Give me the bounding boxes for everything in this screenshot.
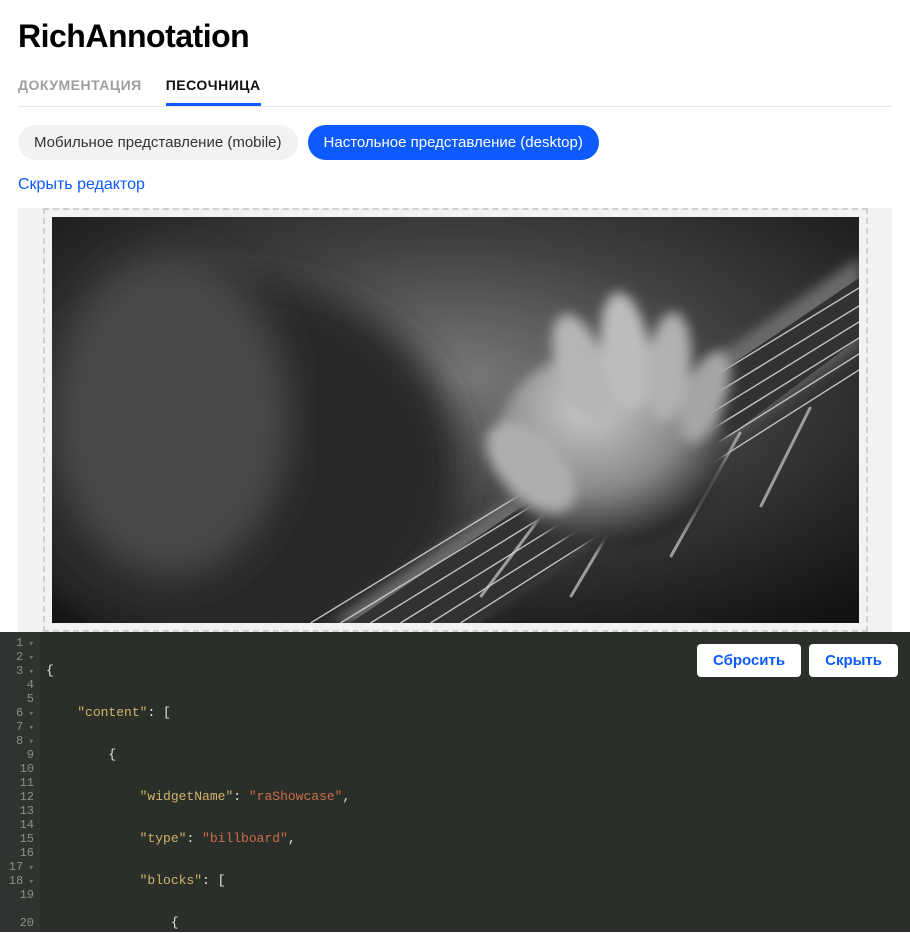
chip-mobile[interactable]: Мобильное представление (mobile) [18,125,298,160]
preview-dashed-frame [43,208,868,632]
tab-sandbox[interactable]: ПЕСОЧНИЦА [166,77,261,106]
gutter-line: 18 [0,874,34,888]
tabs: ДОКУМЕНТАЦИЯ ПЕСОЧНИЦА [18,77,892,107]
code-line: { [46,663,54,678]
gutter-line: 3 [0,664,34,678]
tab-documentation[interactable]: ДОКУМЕНТАЦИЯ [18,77,142,106]
gutter-line: 13 [0,804,34,818]
gutter-line: 12 [0,790,34,804]
gutter-line: 7 [0,720,34,734]
gutter-line: 19 [0,888,34,902]
gutter-line: 9 [0,748,34,762]
gutter-line: 1 [0,636,34,650]
gutter-line: 14 [0,818,34,832]
chip-desktop[interactable]: Настольное представление (desktop) [308,125,599,160]
gutter-line: 16 [0,846,34,860]
gutter-line: 4 [0,678,34,692]
preview-area [18,208,892,632]
page-title: RichAnnotation [18,18,892,55]
toggle-editor-link[interactable]: Скрыть редактор [18,176,145,194]
gutter-line: 2 [0,650,34,664]
editor-code[interactable]: { "content": [ { "widgetName": "raShowca… [40,632,910,932]
gutter-line: 20 [0,916,34,930]
gutter-line: 10 [0,762,34,776]
gutter-line: 17 [0,860,34,874]
view-chips: Мобильное представление (mobile) Настоль… [18,125,892,160]
gutter-line: 6 [0,706,34,720]
hide-button[interactable]: Скрыть [809,644,898,677]
reset-button[interactable]: Сбросить [697,644,801,677]
code-editor[interactable]: Сбросить Скрыть 123456789101112131415161… [0,632,910,932]
editor-gutter: 1234567891011121314151617181920 [0,632,40,932]
gutter-line: 11 [0,776,34,790]
gutter-line: 8 [0,734,34,748]
gutter-line: 5 [0,692,34,706]
preview-image [52,217,859,623]
gutter-line: 15 [0,832,34,846]
